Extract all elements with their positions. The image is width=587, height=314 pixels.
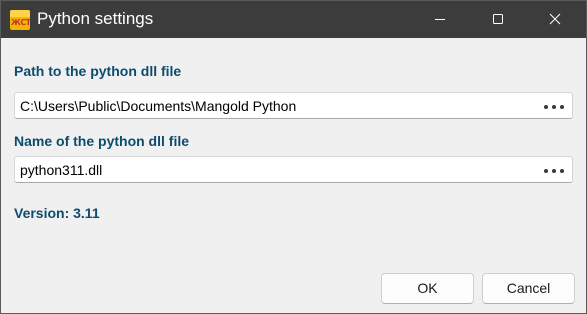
dll-name-label: Name of the python dll file xyxy=(14,133,190,149)
cancel-button[interactable]: Cancel xyxy=(482,273,575,304)
ellipsis-icon[interactable] xyxy=(542,98,566,114)
dll-name-value[interactable]: python311.dll xyxy=(20,162,102,178)
maximize-icon xyxy=(493,14,503,24)
window-title: Python settings xyxy=(37,9,154,28)
close-button[interactable] xyxy=(532,1,578,38)
path-label: Path to the python dll file xyxy=(14,63,182,79)
ellipsis-icon[interactable] xyxy=(542,162,566,178)
minimize-button[interactable] xyxy=(417,1,463,38)
path-input[interactable]: C:\Users\Public\Documents\Mangold Python xyxy=(14,92,573,119)
python-settings-dialog: ЖСТ Python settings Path to the python d… xyxy=(0,0,587,314)
app-logo-icon: ЖСТ xyxy=(10,10,30,30)
maximize-button[interactable] xyxy=(475,1,521,38)
close-icon xyxy=(549,13,561,25)
ok-button[interactable]: OK xyxy=(381,273,474,304)
path-value[interactable]: C:\Users\Public\Documents\Mangold Python xyxy=(20,98,296,114)
dll-name-input[interactable]: python311.dll xyxy=(14,156,573,183)
title-bar[interactable]: ЖСТ Python settings xyxy=(1,1,586,38)
minimize-icon xyxy=(435,19,445,20)
version-label: Version: 3.11 xyxy=(14,205,100,221)
